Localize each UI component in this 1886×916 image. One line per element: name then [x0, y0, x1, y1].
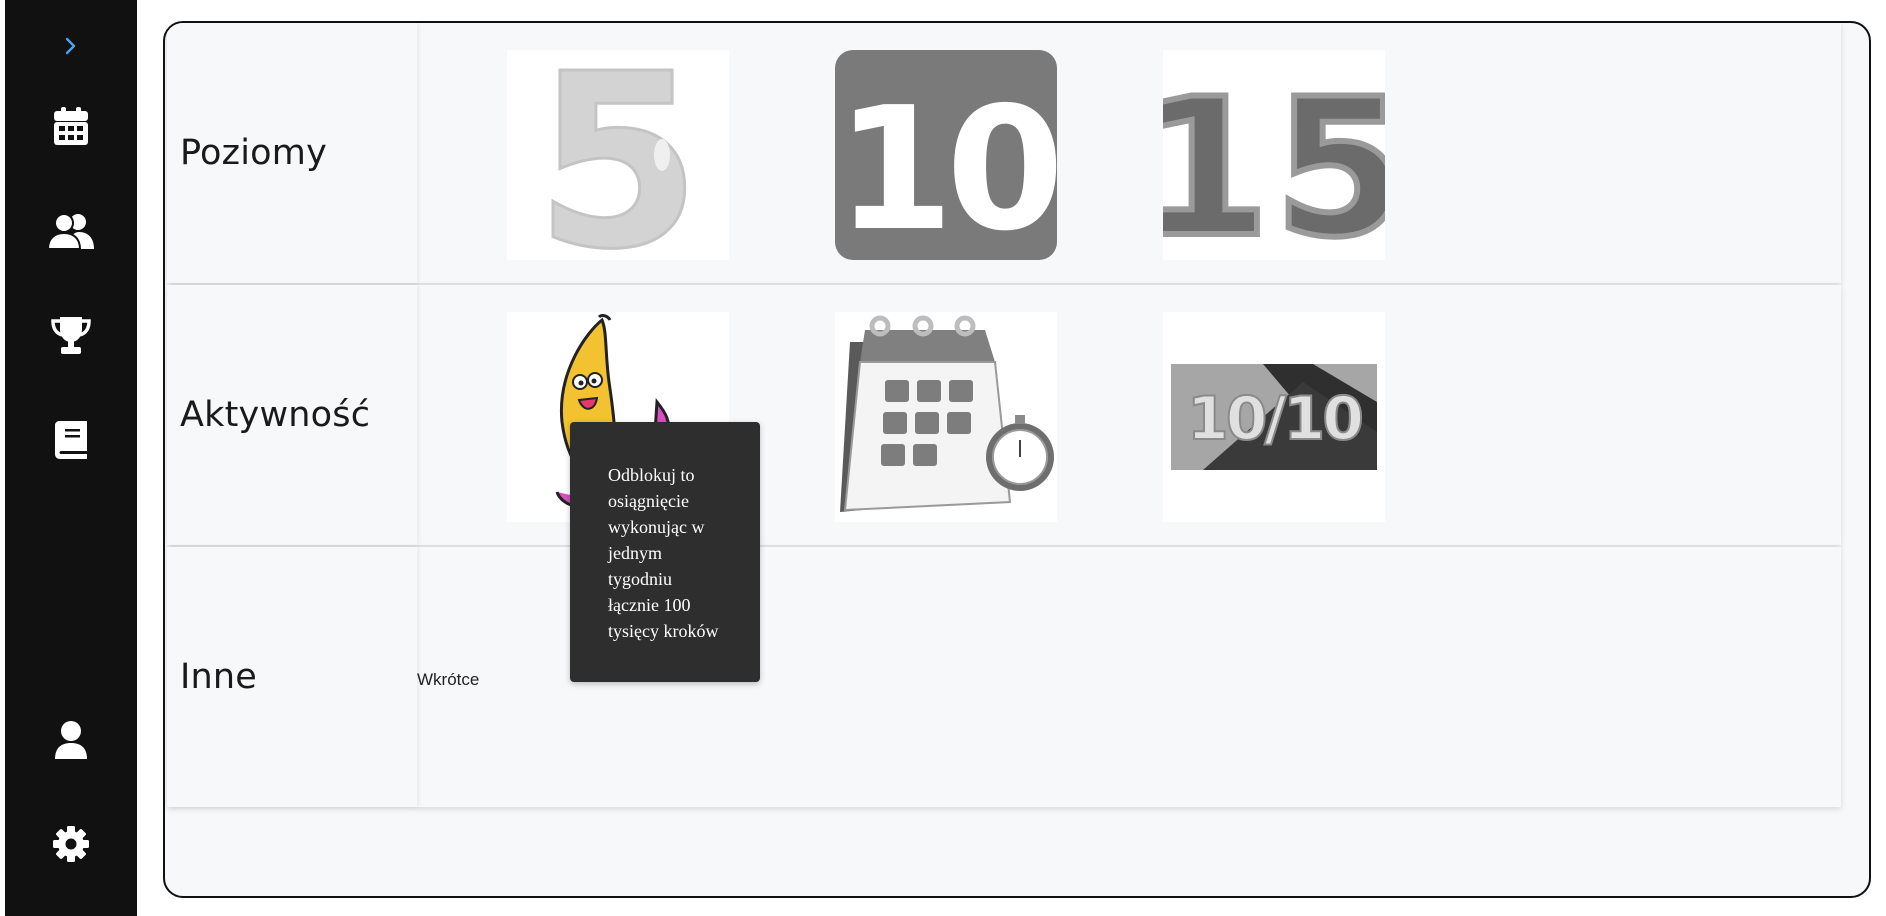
- sidebar-item-calendar[interactable]: [5, 96, 137, 156]
- section-label-cell: Poziomy: [167, 23, 417, 283]
- sidebar-item-settings[interactable]: [5, 814, 137, 874]
- achievements-panel: Poziomy 5 10 15 Aktywność: [163, 21, 1871, 898]
- section-label-cell: Aktywność: [167, 285, 417, 545]
- sidebar-toggle-button[interactable]: [5, 16, 137, 76]
- calendar-stopwatch-badge-icon: [835, 312, 1057, 522]
- section-title: Inne: [180, 657, 258, 697]
- badge-text: 10/10: [1187, 384, 1361, 454]
- sidebar: [5, 0, 137, 916]
- tooltip-line: osiągnięcie: [608, 491, 689, 511]
- badge-level-5[interactable]: 5: [507, 50, 729, 260]
- tooltip-line: tysięcy kroków: [608, 621, 719, 641]
- badge-number: 10: [836, 71, 1057, 260]
- tooltip-line: Odblokuj to: [608, 465, 695, 485]
- gear-icon: [53, 826, 89, 862]
- badge-number: 5: [535, 50, 702, 260]
- users-icon: [48, 213, 94, 249]
- section-activity: Aktywność 10/10: [167, 285, 1841, 545]
- ten-of-ten-badge-icon: 10/10: [1163, 312, 1385, 522]
- coming-soon-text: Wkrótce: [417, 670, 480, 689]
- tooltip-line: łącznie 100: [608, 595, 691, 615]
- badge-level-15[interactable]: 15: [1163, 50, 1385, 260]
- chevron-right-icon: [65, 37, 76, 55]
- level-15-badge-icon: 15: [1163, 50, 1385, 260]
- section-levels: Poziomy 5 10 15: [167, 23, 1841, 283]
- achievement-tooltip: Odblokuj to osiągnięcie wykonując w jedn…: [570, 422, 760, 682]
- trophy-icon: [51, 317, 91, 354]
- sidebar-item-users[interactable]: [5, 201, 137, 261]
- badge-calendar-streak[interactable]: [835, 312, 1057, 522]
- tooltip-line: tygodniu: [608, 569, 673, 589]
- section-title: Aktywność: [180, 395, 371, 435]
- user-icon: [55, 721, 87, 759]
- badge-level-10[interactable]: 10: [835, 50, 1057, 260]
- section-title: Poziomy: [180, 133, 327, 173]
- tooltip-line: jednym: [608, 543, 662, 563]
- tooltip-line: wykonując w: [608, 517, 705, 537]
- badge-ten-of-ten[interactable]: 10/10: [1163, 312, 1385, 522]
- book-icon: [55, 421, 87, 459]
- section-label-cell: Inne: [167, 547, 417, 807]
- calendar-icon: [54, 107, 88, 145]
- sidebar-item-journal[interactable]: [5, 410, 137, 470]
- sidebar-item-achievements[interactable]: [5, 305, 137, 365]
- level-5-badge-icon: 5: [507, 50, 729, 260]
- badge-number: 15: [1163, 58, 1385, 260]
- sidebar-item-profile[interactable]: [5, 710, 137, 770]
- level-10-badge-icon: 10: [835, 50, 1057, 260]
- section-other: Inne Wkrótce: [167, 547, 1841, 807]
